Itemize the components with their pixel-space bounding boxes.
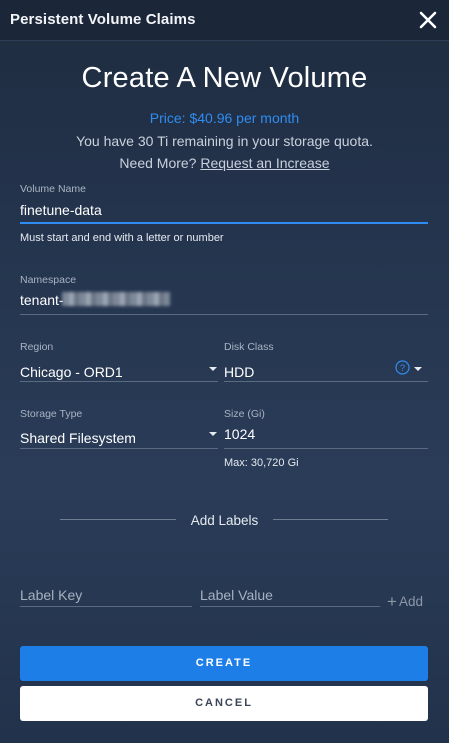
disk-class-label: Disk Class xyxy=(224,341,274,353)
region-select[interactable]: Chicago - ORD1 xyxy=(20,364,123,380)
page-heading: Create A New Volume xyxy=(81,62,368,94)
label-key-input[interactable]: Label Key xyxy=(20,587,82,603)
region-underline xyxy=(20,381,218,382)
namespace-input[interactable]: tenant- xyxy=(20,292,64,308)
volume-name-helper: Must start and end with a letter or numb… xyxy=(20,232,224,244)
label-value-input[interactable]: Label Value xyxy=(200,587,273,603)
quota-text: You have 30 Ti remaining in your storage… xyxy=(76,133,373,149)
storage-type-underline xyxy=(20,448,218,449)
request-increase-link[interactable]: Request an Increase xyxy=(200,155,329,171)
labels-divider-right xyxy=(273,519,388,520)
namespace-label: Namespace xyxy=(20,274,77,286)
storage-type-label: Storage Type xyxy=(20,408,83,420)
disk-class-underline xyxy=(224,381,428,382)
need-more-line: Need More? Request an Increase xyxy=(0,155,449,171)
volume-name-underline xyxy=(20,222,428,224)
volume-name-input[interactable]: finetune-data xyxy=(20,202,102,218)
disk-class-caret-down-icon[interactable] xyxy=(414,367,422,371)
volume-name-label: Volume Name xyxy=(20,183,86,195)
add-label-text: Add xyxy=(398,594,423,609)
region-caret-down-icon[interactable] xyxy=(209,367,217,371)
storage-type-select[interactable]: Shared Filesystem xyxy=(20,430,136,446)
add-labels-title: Add Labels xyxy=(190,513,259,528)
redacted-namespace xyxy=(62,292,170,306)
region-label: Region xyxy=(20,341,54,353)
svg-text:?: ? xyxy=(400,363,405,374)
create-button[interactable]: CREATE xyxy=(20,646,428,681)
storage-type-caret-down-icon[interactable] xyxy=(209,432,217,436)
dialog-title: Persistent Volume Claims xyxy=(10,11,196,28)
need-more-text: Need More? xyxy=(119,155,197,171)
disk-class-select[interactable]: HDD xyxy=(224,364,254,380)
plus-icon: + xyxy=(387,592,397,611)
close-icon[interactable] xyxy=(417,9,439,31)
help-circle-icon[interactable]: ? xyxy=(395,360,410,375)
label-key-underline xyxy=(20,606,192,607)
add-label-button[interactable]: + Add xyxy=(387,591,423,611)
create-volume-dialog: Persistent Volume Claims Create A New Vo… xyxy=(0,0,449,743)
dialog-titlebar: Persistent Volume Claims xyxy=(0,0,449,41)
cancel-button[interactable]: CANCEL xyxy=(20,686,428,721)
size-label: Size (Gi) xyxy=(224,408,265,420)
size-input[interactable]: 1024 xyxy=(224,426,255,442)
price-text: Price: $40.96 per month xyxy=(149,110,300,126)
size-underline xyxy=(224,448,428,449)
size-helper: Max: 30,720 Gi xyxy=(224,457,299,469)
label-value-underline xyxy=(200,606,380,607)
namespace-underline xyxy=(20,314,428,315)
